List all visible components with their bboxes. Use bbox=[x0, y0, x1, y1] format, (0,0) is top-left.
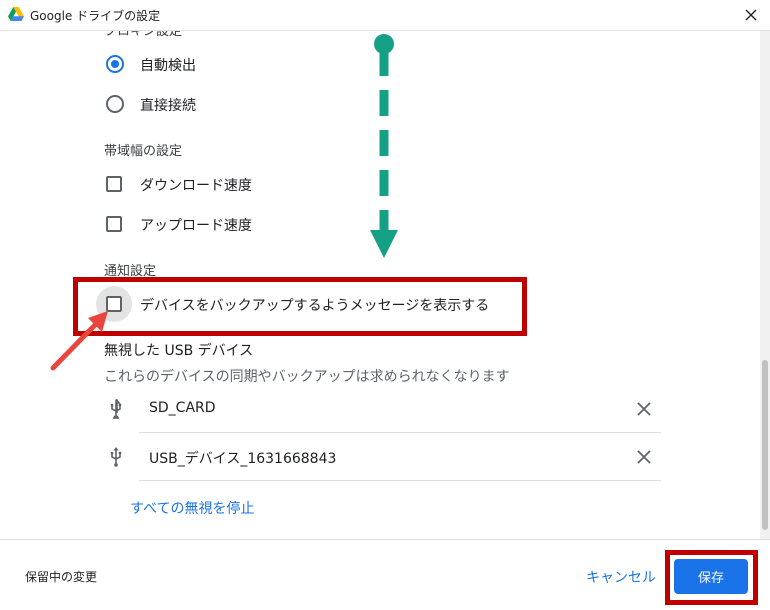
radio-direct-connection-label: 直接接続 bbox=[140, 98, 196, 114]
row-divider bbox=[139, 480, 661, 481]
list-item: SD_CARD bbox=[96, 385, 661, 433]
highlight-frame-save bbox=[665, 550, 758, 605]
remove-device-button[interactable] bbox=[633, 398, 655, 420]
bandwidth-heading: 帯域幅の設定 bbox=[104, 144, 183, 159]
stop-ignoring-all-link[interactable]: すべての無視を停止 bbox=[130, 498, 254, 518]
usb-device-name: USB_デバイス_1631668843 bbox=[149, 451, 337, 467]
close-icon bbox=[637, 402, 651, 416]
radio-auto-detect-label: 自動検出 bbox=[140, 58, 196, 74]
usb-icon bbox=[110, 399, 122, 419]
checkbox-download-rate-label: ダウンロード速度 bbox=[140, 178, 252, 194]
footer-bar: 保留中の変更 キャンセル 保存 bbox=[0, 539, 770, 610]
google-drive-logo-icon bbox=[8, 7, 24, 21]
scrollbar-thumb[interactable] bbox=[762, 360, 768, 530]
pending-changes-label: 保留中の変更 bbox=[25, 570, 98, 584]
list-item: USB_デバイス_1631668843 bbox=[96, 433, 661, 481]
title-bar: Google ドライブの設定 bbox=[0, 0, 770, 31]
settings-content: プロキシ設定 自動検出 直接接続 帯域幅の設定 ダウンロード速度 アップロード速… bbox=[0, 31, 760, 539]
close-button[interactable] bbox=[740, 4, 762, 26]
ignored-usb-description: これらのデバイスの同期やバックアップは求められなくなります bbox=[104, 369, 510, 385]
usb-icon bbox=[110, 447, 122, 467]
ignored-usb-heading: 無視した USB デバイス bbox=[104, 343, 254, 359]
checkbox-upload-rate[interactable] bbox=[106, 216, 122, 232]
highlight-frame-notification bbox=[73, 277, 527, 336]
remove-device-button[interactable] bbox=[633, 446, 655, 468]
window-title: Google ドライブの設定 bbox=[30, 9, 161, 23]
close-icon bbox=[637, 450, 651, 464]
radio-direct-connection[interactable] bbox=[106, 95, 124, 113]
proxy-heading: プロキシ設定 bbox=[104, 31, 183, 39]
cancel-button[interactable]: キャンセル bbox=[586, 567, 656, 587]
checkbox-download-rate[interactable] bbox=[106, 176, 122, 192]
radio-auto-detect[interactable] bbox=[106, 55, 124, 73]
checkbox-upload-rate-label: アップロード速度 bbox=[140, 218, 252, 234]
close-icon bbox=[745, 9, 757, 21]
usb-device-name: SD_CARD bbox=[149, 400, 216, 416]
